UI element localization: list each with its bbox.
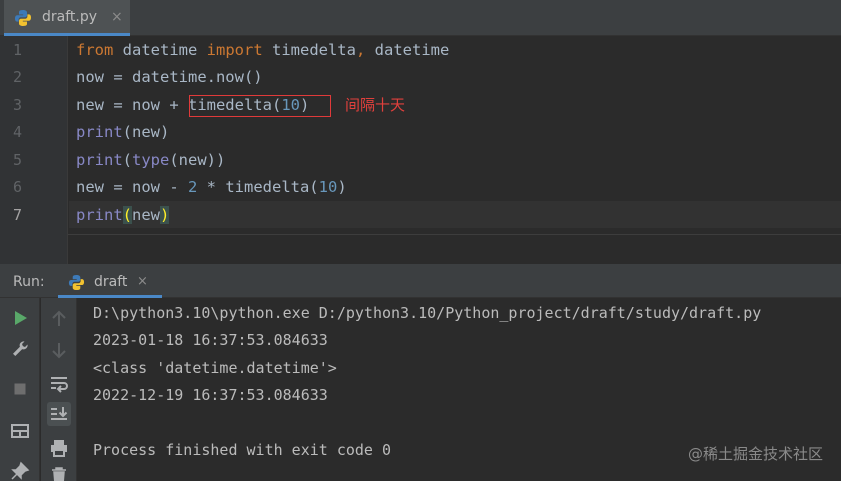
keyword: from	[76, 41, 114, 59]
trash-icon[interactable]	[47, 464, 71, 481]
editor-tab-label: draft.py	[42, 9, 98, 25]
matched-paren: )	[160, 206, 170, 224]
code-editor[interactable]: 1 2 3 4 5 6 7 from datetime import timed…	[0, 36, 841, 264]
line-number: 3	[13, 96, 23, 114]
console-line: D:\python3.10\python.exe D:/python3.10/P…	[93, 304, 762, 322]
editor-tab-draft[interactable]: draft.py ×	[4, 0, 130, 36]
code-text: (new)	[122, 123, 170, 141]
code-line-5: print(type(new))	[76, 149, 225, 171]
arrow-up-icon[interactable]	[47, 307, 71, 331]
watermark: @稀土掘金技术社区	[687, 445, 823, 463]
matched-paren: (	[122, 206, 133, 224]
comma: ,	[355, 41, 366, 59]
builtin-function: print	[76, 206, 123, 224]
layout-icon[interactable]	[8, 419, 32, 443]
stop-icon[interactable]	[8, 377, 32, 401]
run-label: Run:	[13, 274, 45, 290]
line-number: 4	[13, 123, 23, 141]
line-number: 5	[13, 151, 23, 169]
print-icon[interactable]	[47, 436, 71, 460]
code-line-2: now = datetime.now()	[76, 68, 263, 86]
line-number: 2	[13, 68, 23, 86]
code-text: )	[337, 178, 347, 196]
code-text: new = now +	[76, 96, 188, 114]
builtin-function: type	[132, 151, 170, 169]
line-number: 1	[13, 41, 23, 59]
code-text: new	[132, 206, 161, 224]
number-literal: 10	[318, 178, 338, 196]
console-actions-toolbar	[41, 298, 77, 481]
import-name: datetime	[365, 41, 450, 59]
run-tab-draft[interactable]: draft ×	[58, 268, 162, 298]
current-line-highlight	[69, 201, 841, 228]
arrow-down-icon[interactable]	[47, 338, 71, 362]
console-line: <class 'datetime.datetime'>	[93, 359, 337, 377]
play-icon[interactable]	[8, 306, 32, 330]
python-file-icon	[68, 274, 85, 291]
run-toolwindow-header: Run: draft ×	[0, 268, 841, 298]
python-file-icon	[15, 10, 31, 26]
builtin-function: print	[76, 123, 123, 141]
code-line-7: print(new)	[76, 204, 170, 226]
wrench-icon[interactable]	[8, 337, 32, 361]
console-line: 2022-12-19 16:37:53.084633	[93, 386, 328, 404]
annotation-text: 间隔十天	[345, 96, 406, 114]
close-icon[interactable]: ×	[111, 9, 123, 25]
annotation-highlight-box	[189, 95, 331, 117]
console-line: Process finished with exit code 0	[93, 441, 392, 459]
close-icon[interactable]: ×	[137, 274, 148, 289]
number-literal: 2	[187, 178, 198, 196]
console-line: 2023-01-18 16:37:53.084633	[93, 331, 328, 349]
run-actions-toolbar	[0, 298, 40, 481]
editor-divider	[68, 234, 841, 235]
code-text: (	[122, 151, 133, 169]
import-name: timedelta	[262, 41, 356, 59]
ide-window: draft.py × 1 2 3 4 5 6 7 from datetime i…	[0, 0, 841, 481]
code-line-4: print(new)	[76, 121, 169, 143]
code-text: new = now -	[76, 178, 188, 196]
run-tab-label: draft	[94, 274, 128, 290]
code-line-1: from datetime import timedelta, datetime	[76, 39, 449, 61]
pin-icon[interactable]	[8, 459, 32, 481]
line-number-current: 7	[13, 206, 23, 224]
line-number-gutter: 1 2 3 4 5 6 7	[0, 36, 68, 264]
code-line-6: new = now - 2 * timedelta(10)	[76, 176, 347, 198]
scroll-to-end-icon[interactable]	[47, 402, 71, 426]
keyword: import	[206, 41, 263, 59]
code-text: (new))	[169, 151, 226, 169]
builtin-function: print	[76, 151, 123, 169]
line-number: 6	[13, 178, 23, 196]
editor-tab-bar: draft.py ×	[0, 0, 841, 36]
code-text: * timedelta(	[197, 178, 319, 196]
module-name: datetime	[113, 41, 207, 59]
soft-wrap-icon[interactable]	[47, 371, 71, 395]
